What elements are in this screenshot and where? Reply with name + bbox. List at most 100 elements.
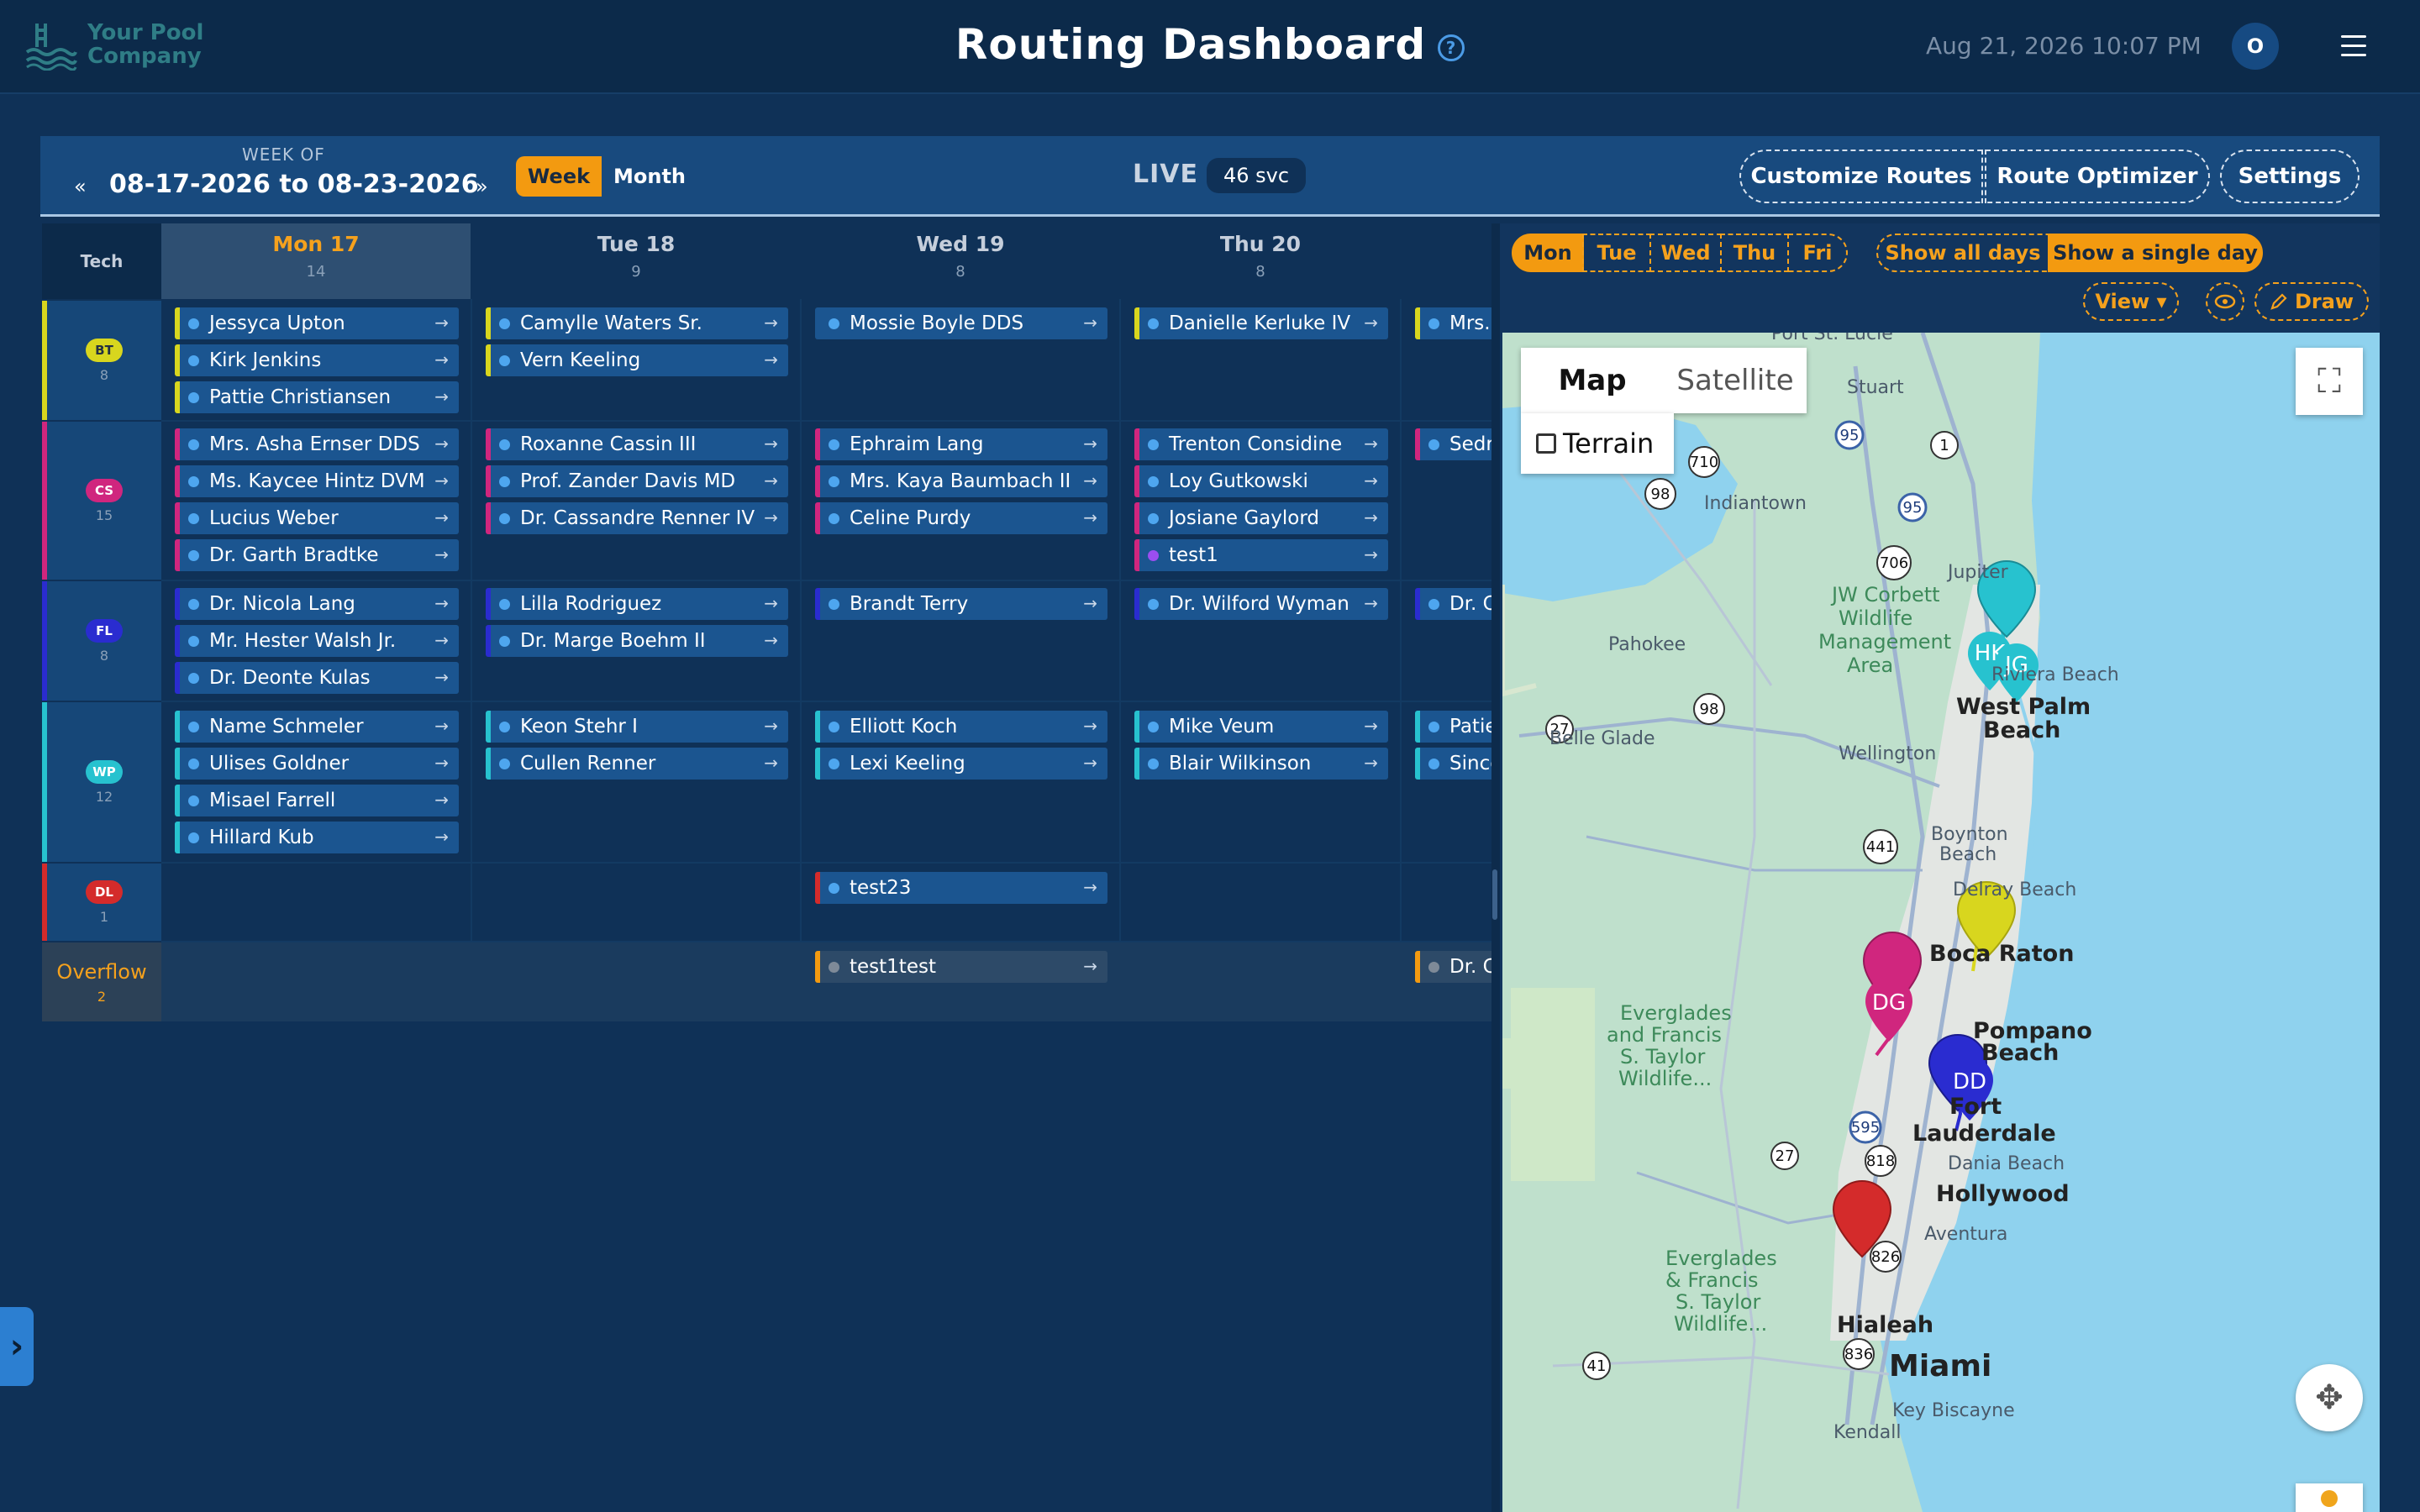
fullscreen-icon[interactable]: ⛶ [2296, 348, 2363, 415]
service-chip[interactable]: Cullen Renner → [486, 748, 788, 780]
terrain-toggle[interactable]: Terrain [1521, 413, 1674, 474]
service-chip[interactable]: Patie [1415, 711, 1491, 743]
service-chip[interactable]: Elliott Koch → [815, 711, 1107, 743]
service-chip[interactable]: Mrs. [1415, 307, 1491, 339]
service-chip[interactable]: test1 → [1134, 539, 1388, 571]
day-header-tue[interactable]: Tue 18 9 [472, 223, 800, 299]
service-chip[interactable]: Ms. Kaycee Hintz DVM → [175, 465, 459, 497]
eye-icon[interactable] [2206, 282, 2244, 321]
pan-control-icon[interactable]: ✥ [2296, 1364, 2363, 1431]
chip-label: Dr. Marge Boehm II [520, 630, 706, 652]
map-label: Management [1818, 630, 1951, 654]
service-chip[interactable]: Danielle Kerluke IV → [1134, 307, 1388, 339]
day-filter-mon[interactable]: Mon [1512, 234, 1584, 272]
service-chip[interactable]: Brandt Terry → [815, 588, 1107, 620]
service-chip[interactable]: Vern Keeling → [486, 344, 788, 376]
service-chip[interactable]: Dr. Wilford Wyman → [1134, 588, 1388, 620]
service-chip[interactable]: test1test → [815, 951, 1107, 983]
tech-count: 12 [95, 788, 113, 805]
map-label: & Francis [1665, 1268, 1759, 1292]
tech-row-dl[interactable]: DL 1 [42, 864, 161, 941]
menu-icon[interactable] [2341, 35, 2366, 57]
service-chip[interactable]: Mossie Boyle DDS → [815, 307, 1107, 339]
service-chip[interactable]: Dr. C [1415, 588, 1491, 620]
prev-week-button[interactable]: « [74, 175, 87, 198]
show-single-day-button[interactable]: Show a single day [2048, 234, 2263, 272]
day-header-wed[interactable]: Wed 19 8 [802, 223, 1119, 299]
service-chip[interactable]: Hillard Kub → [175, 822, 459, 853]
service-chip[interactable]: Dr. C [1415, 951, 1491, 983]
service-chip[interactable]: Mr. Hester Walsh Jr. → [175, 625, 459, 657]
customize-routes-button[interactable]: Customize Routes [1739, 150, 1983, 203]
service-chip[interactable]: Dr. Deonte Kulas → [175, 662, 459, 694]
expand-sidebar-chevron-icon[interactable]: › [0, 1307, 34, 1386]
tech-row-wp[interactable]: WP 12 [42, 702, 161, 862]
service-chip[interactable]: Blair Wilkinson → [1134, 748, 1388, 780]
route-optimizer-button[interactable]: Route Optimizer [1985, 150, 2210, 203]
service-chip[interactable]: Trenton Considine → [1134, 428, 1388, 460]
service-chip[interactable]: Dr. Nicola Lang → [175, 588, 459, 620]
status-dot [188, 758, 199, 769]
service-chip[interactable]: Ephraim Lang → [815, 428, 1107, 460]
service-chip[interactable]: Lucius Weber → [175, 502, 459, 534]
service-chip[interactable]: Jessyca Upton → [175, 307, 459, 339]
tech-row-bt[interactable]: BT 8 [42, 301, 161, 420]
week-view-toggle[interactable]: Week [516, 156, 602, 197]
service-chip[interactable]: Ulises Goldner → [175, 748, 459, 780]
tech-row-fl[interactable]: FL 8 [42, 581, 161, 701]
street-view-pegman-icon[interactable] [2296, 1483, 2363, 1512]
service-chip[interactable]: test23 → [815, 872, 1107, 904]
day-filter-thu[interactable]: Thu [1720, 234, 1789, 272]
panel-resize-handle[interactable] [1491, 223, 1500, 1512]
month-view-toggle[interactable]: Month [605, 156, 694, 197]
service-chip[interactable]: Mrs. Kaya Baumbach II → [815, 465, 1107, 497]
service-chip[interactable]: Camylle Waters Sr. → [486, 307, 788, 339]
service-chip[interactable]: Mrs. Asha Ernser DDS → [175, 428, 459, 460]
day-count: 8 [1255, 263, 1265, 281]
service-chip[interactable]: Keon Stehr I → [486, 711, 788, 743]
draw-button[interactable]: Draw [2254, 282, 2369, 321]
service-chip[interactable]: Sedr [1415, 428, 1491, 460]
next-week-button[interactable]: » [476, 175, 488, 198]
service-chip[interactable]: Roxanne Cassin III → [486, 428, 788, 460]
service-chip[interactable]: Since [1415, 748, 1491, 780]
service-chip[interactable]: Dr. Cassandre Renner IV → [486, 502, 788, 534]
service-chip[interactable]: Lilla Rodriguez → [486, 588, 788, 620]
svg-text:818: 818 [1866, 1152, 1895, 1170]
user-avatar[interactable]: O [2232, 23, 2279, 70]
resize-grip[interactable] [1492, 869, 1497, 920]
service-chip[interactable]: Pattie Christiansen → [175, 381, 459, 413]
service-chip[interactable]: Josiane Gaylord → [1134, 502, 1388, 534]
terrain-checkbox[interactable] [1536, 433, 1556, 454]
day-header-mon[interactable]: Mon 17 14 [161, 223, 471, 299]
day-filter-tue[interactable]: Tue [1582, 234, 1651, 272]
settings-button[interactable]: Settings [2220, 150, 2360, 203]
service-chip[interactable]: Loy Gutkowski → [1134, 465, 1388, 497]
day-filter-fri[interactable]: Fri [1787, 234, 1848, 272]
svg-text:95: 95 [1903, 499, 1923, 517]
map-type-map[interactable]: Map [1521, 348, 1664, 413]
status-dot [829, 512, 839, 524]
chip-label: Brandt Terry [850, 593, 969, 615]
service-chip[interactable]: Dr. Marge Boehm II → [486, 625, 788, 657]
service-chip[interactable]: Kirk Jenkins → [175, 344, 459, 376]
help-icon[interactable]: ? [1438, 34, 1465, 61]
day-filter-wed[interactable]: Wed [1649, 234, 1722, 272]
view-dropdown[interactable]: View ▾ [2083, 282, 2179, 321]
svg-text:595: 595 [1851, 1119, 1880, 1137]
service-chip[interactable]: Celine Purdy → [815, 502, 1107, 534]
highway-shield: 41 [1582, 1352, 1611, 1380]
highway-shield: 706 [1876, 545, 1912, 580]
map-type-satellite[interactable]: Satellite [1664, 348, 1807, 413]
status-dot [1428, 721, 1439, 732]
day-header-thu[interactable]: Thu 20 8 [1121, 223, 1400, 299]
service-chip[interactable]: Dr. Garth Bradtke → [175, 539, 459, 571]
route-map[interactable]: HK JG DG DD 95 1 710 98 95 706 98 27 441… [1502, 333, 2380, 1512]
service-chip[interactable]: Prof. Zander Davis MD → [486, 465, 788, 497]
show-all-days-button[interactable]: Show all days [1876, 234, 2049, 272]
service-chip[interactable]: Mike Veum → [1134, 711, 1388, 743]
service-chip[interactable]: Name Schmeler → [175, 711, 459, 743]
service-chip[interactable]: Lexi Keeling → [815, 748, 1107, 780]
service-chip[interactable]: Misael Farrell → [175, 785, 459, 816]
tech-row-cs[interactable]: CS 15 [42, 422, 161, 580]
